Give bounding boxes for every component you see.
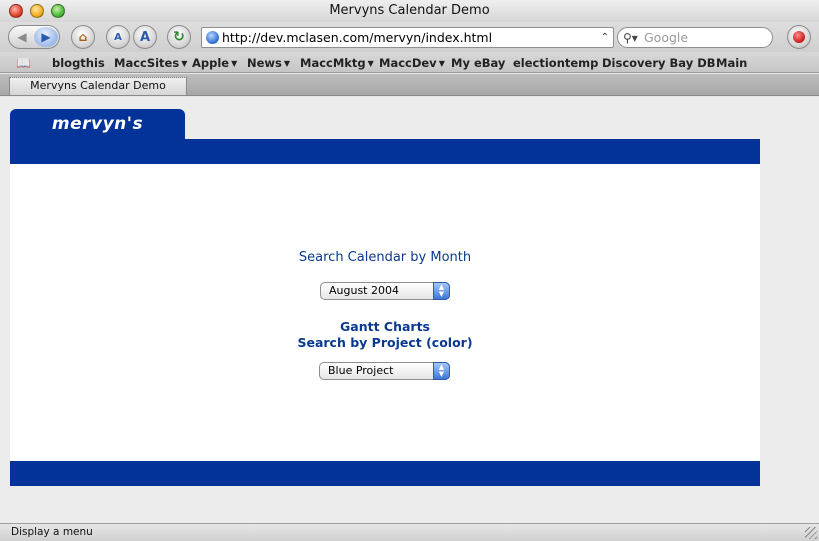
back-button[interactable]: ◀ (10, 27, 34, 47)
bookmark-electiontemp[interactable]: electiontemp (513, 56, 598, 70)
resize-grip-icon[interactable] (805, 527, 817, 539)
project-search-heading: Search by Project (color) (297, 335, 473, 350)
reload-icon: ↻ (173, 29, 185, 45)
tab-label: Mervyns Calendar Demo (30, 79, 166, 92)
project-select-value: Blue Project (328, 364, 394, 377)
url-text: http://dev.mclasen.com/mervyn/index.html (222, 30, 493, 45)
popup-arrows-icon: ▲ ▼ (433, 362, 450, 380)
search-icon: ⚲▾ (623, 31, 638, 45)
bookmarks-bar: 📖 blogthis MaccSites ▼ Apple ▼ News ▼ MaccM… (0, 52, 819, 73)
footer-bar (10, 461, 760, 486)
mervyns-logo: mervyn's (51, 114, 144, 134)
back-forward-control: ◀ ▶ (8, 25, 60, 49)
text-bigger-label: A (139, 29, 151, 45)
bookmark-label: electiontemp (513, 56, 599, 70)
bookmark-blogthis[interactable]: blogthis (52, 56, 105, 70)
bookmark-label: Main (716, 56, 748, 70)
header-bar (10, 139, 760, 164)
bookmark-label: Discovery Bay DB (602, 56, 716, 70)
bookmark-maccdev[interactable]: MaccDev ▼ (379, 56, 445, 70)
bookmarks-book-icon[interactable]: 📖 (16, 56, 31, 70)
home-button[interactable]: ⌂ (71, 25, 95, 49)
text-smaller-label: A (114, 31, 122, 43)
status-text: Display a menu (11, 526, 93, 538)
bookmark-label: My eBay (451, 56, 506, 70)
bookmark-label: MaccMktg (300, 56, 366, 70)
address-field[interactable]: http://dev.mclasen.com/mervyn/index.html… (201, 27, 614, 48)
status-bar: Display a menu (0, 523, 819, 541)
gantt-charts-heading: Gantt Charts (340, 319, 430, 334)
page-content: mervyn's Search Calendar by Month August… (0, 97, 819, 523)
bookmark-discovery-bay-db[interactable]: Discovery Bay DB (602, 56, 716, 70)
month-select[interactable]: August 2004 ▲ ▼ (320, 282, 450, 300)
tab-bar: Mervyns Calendar Demo (0, 74, 819, 96)
search-field[interactable]: ⚲▾ Google (617, 27, 773, 48)
bookmark-news[interactable]: News ▼ (247, 56, 290, 70)
close-window-button[interactable] (9, 4, 23, 18)
bookmark-apple[interactable]: Apple ▼ (192, 56, 237, 70)
url-history-icon[interactable]: ⌃ (601, 28, 609, 47)
bookmark-my-ebay[interactable]: My eBay (451, 56, 505, 70)
reload-button[interactable]: ↻ (167, 25, 191, 49)
forward-button[interactable]: ▶ (34, 27, 58, 47)
home-icon: ⌂ (78, 30, 88, 44)
text-smaller-button[interactable]: A (106, 25, 130, 49)
main-panel: Search Calendar by Month August 2004 ▲ ▼ … (10, 164, 760, 461)
text-bigger-button[interactable]: A (133, 25, 157, 49)
dropdown-arrow-icon: ▼ (231, 59, 238, 68)
dropdown-arrow-icon: ▼ (367, 59, 374, 68)
popup-arrows-icon: ▲ ▼ (433, 282, 450, 300)
bookmark-label: MaccSites (114, 56, 180, 70)
zoom-window-button[interactable] (51, 4, 65, 18)
window-title: Mervyns Calendar Demo (329, 3, 490, 18)
search-placeholder: Google (644, 30, 689, 45)
globe-icon (206, 31, 219, 44)
window-titlebar: Mervyns Calendar Demo (0, 0, 819, 22)
bookmark-label: Apple (192, 56, 230, 70)
bookmark-maccsites[interactable]: MaccSites ▼ (114, 56, 187, 70)
dropdown-arrow-icon: ▼ (181, 59, 188, 68)
bug-report-button[interactable] (787, 25, 811, 49)
minimize-window-button[interactable] (30, 4, 44, 18)
bug-report-icon (793, 31, 805, 43)
project-select[interactable]: Blue Project ▲ ▼ (319, 362, 450, 380)
mervyns-logo-tab: mervyn's (10, 109, 185, 139)
bookmark-label: blogthis (52, 56, 105, 70)
bookmark-main[interactable]: Main (716, 56, 747, 70)
month-search-heading: Search Calendar by Month (298, 250, 472, 265)
tab-mervyns-calendar-demo[interactable]: Mervyns Calendar Demo (9, 77, 187, 95)
dropdown-arrow-icon: ▼ (283, 59, 291, 68)
browser-toolbar: ◀ ▶ ⌂ A A ↻ http://dev.mclasen.com/mervy… (0, 22, 819, 52)
month-select-value: August 2004 (329, 284, 399, 297)
bookmark-maccmktg[interactable]: MaccMktg ▼ (300, 56, 374, 70)
dropdown-arrow-icon: ▼ (438, 59, 445, 68)
bookmark-label: News (247, 56, 282, 70)
bookmark-label: MaccDev (379, 56, 437, 70)
